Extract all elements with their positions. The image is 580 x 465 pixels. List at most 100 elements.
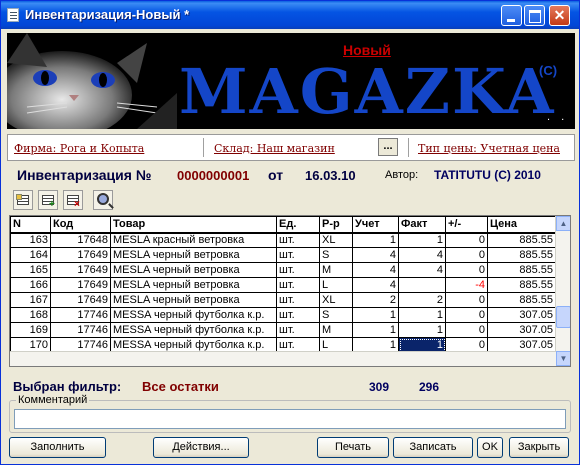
table-cell[interactable]: S [319, 307, 353, 323]
table-row[interactable]: 165 17649 MESLA черный ветровка шт. M 4 4 0 885.… [10, 262, 556, 278]
search-icon[interactable] [93, 190, 113, 210]
table-cell[interactable]: шт. [276, 307, 320, 323]
select-warehouse-button[interactable]: ... [378, 138, 398, 156]
table-cell[interactable]: MESLA черный ветровка [110, 262, 277, 278]
table-cell[interactable]: 885.55 [487, 232, 556, 248]
table-cell[interactable]: 4 [352, 247, 399, 263]
fill-button[interactable]: Заполнить [9, 437, 106, 458]
table-cell[interactable]: 167 [10, 292, 51, 308]
table-cell[interactable]: MESSA черный футболка к.р. [110, 322, 277, 338]
table-cell[interactable]: 17746 [50, 307, 111, 323]
table-cell[interactable]: MESLA черный ветровка [110, 277, 277, 293]
table-cell[interactable]: MESSA черный футболка к.р. [110, 307, 277, 323]
comment-input[interactable] [14, 409, 566, 429]
table-cell[interactable]: MESLA черный ветровка [110, 292, 277, 308]
table-cell[interactable]: 4 [398, 262, 446, 278]
column-header[interactable]: Факт [398, 216, 446, 234]
column-header[interactable]: Учет [352, 216, 399, 234]
table-cell[interactable]: 17648 [50, 232, 111, 248]
table-cell[interactable]: 17649 [50, 262, 111, 278]
table-cell[interactable]: 1 [398, 232, 446, 248]
scroll-down-icon[interactable]: ▼ [556, 351, 570, 366]
table-cell[interactable]: шт. [276, 322, 320, 338]
table-row[interactable]: 163 17648 MESLA красный ветровка шт. XL 1 1 0 88… [10, 232, 556, 248]
table-cell[interactable]: 885.55 [487, 262, 556, 278]
table-cell[interactable]: S [319, 247, 353, 263]
table-cell[interactable]: 4 [398, 247, 446, 263]
column-header[interactable]: Код [50, 216, 111, 234]
column-header[interactable]: Товар [110, 216, 277, 234]
table-cell[interactable]: 0 [445, 292, 488, 308]
scroll-up-icon[interactable]: ▲ [556, 216, 570, 231]
table-cell[interactable]: шт. [276, 232, 320, 248]
table-cell[interactable]: 1 [352, 232, 399, 248]
table-cell[interactable]: 17649 [50, 292, 111, 308]
table-cell[interactable]: 0 [445, 262, 488, 278]
table-row[interactable]: 169 17746 MESSA черный футболка к.р. шт. M 1 1… [10, 322, 556, 338]
close-window-button[interactable]: ✕ [549, 5, 570, 26]
column-header[interactable]: +/- [445, 216, 488, 234]
table-cell[interactable]: 885.55 [487, 277, 556, 293]
table-cell[interactable]: M [319, 322, 353, 338]
column-header[interactable]: N [10, 216, 51, 234]
table-cell[interactable]: 17649 [50, 277, 111, 293]
table-row[interactable]: 167 17649 MESLA черный ветровка шт. XL 2 2 0 885… [10, 292, 556, 308]
minimize-button[interactable] [501, 5, 522, 26]
table-cell[interactable]: 4 [352, 262, 399, 278]
table-cell[interactable]: шт. [276, 262, 320, 278]
table-cell[interactable] [398, 277, 446, 293]
table-cell[interactable]: L [319, 277, 353, 293]
table-row[interactable]: 168 17746 MESSA черный футболка к.р. шт. S 1 1… [10, 307, 556, 323]
table-cell[interactable]: 4 [352, 277, 399, 293]
table-cell[interactable]: 17746 [50, 322, 111, 338]
table-cell[interactable]: 1 [398, 322, 446, 338]
table-cell[interactable]: шт. [276, 247, 320, 263]
table-cell[interactable]: 1 [352, 307, 399, 323]
table-cell[interactable]: 168 [10, 307, 51, 323]
table-cell[interactable]: -4 [445, 277, 488, 293]
ok-button[interactable]: OK [477, 437, 503, 458]
vertical-scrollbar[interactable]: ▲ ▼ [555, 216, 570, 366]
save-button[interactable]: Записать [393, 437, 473, 458]
table-cell[interactable]: шт. [276, 292, 320, 308]
column-header[interactable]: Р-р [319, 216, 353, 234]
horizontal-scrollbar[interactable] [10, 351, 556, 366]
close-button[interactable]: Закрыть [509, 437, 569, 458]
table-cell[interactable]: 2 [352, 292, 399, 308]
table-cell[interactable]: 2 [398, 292, 446, 308]
delete-row-icon[interactable]: × [63, 190, 83, 210]
firm-link[interactable]: Фирма: Рога и Копыта [14, 142, 144, 155]
table-cell[interactable]: 0 [445, 322, 488, 338]
column-header[interactable]: Цена [487, 216, 556, 234]
table-cell[interactable]: 0 [445, 307, 488, 323]
table-cell[interactable]: MESLA черный ветровка [110, 247, 277, 263]
table-cell[interactable]: 885.55 [487, 247, 556, 263]
table-cell[interactable]: 164 [10, 247, 51, 263]
scroll-thumb[interactable] [556, 306, 570, 328]
table-cell[interactable]: M [319, 262, 353, 278]
table-cell[interactable]: 165 [10, 262, 51, 278]
table-cell[interactable]: шт. [276, 277, 320, 293]
column-header[interactable]: Ед. [276, 216, 320, 234]
table-cell[interactable]: XL [319, 292, 353, 308]
warehouse-link[interactable]: Склад: Наш магазин [214, 142, 335, 155]
maximize-button[interactable] [524, 5, 545, 26]
table-cell[interactable]: 307.05 [487, 322, 556, 338]
price-type-link[interactable]: Тип цены: Учетная цена [418, 142, 560, 155]
table-cell[interactable]: 163 [10, 232, 51, 248]
table-cell[interactable]: 0 [445, 232, 488, 248]
table-cell[interactable]: MESLA красный ветровка [110, 232, 277, 248]
table-cell[interactable]: 1 [398, 307, 446, 323]
table-cell[interactable]: 169 [10, 322, 51, 338]
list-icon[interactable] [13, 190, 33, 210]
title-bar[interactable]: Инвентаризация-Новый * ✕ [1, 1, 579, 29]
table-row[interactable]: 164 17649 MESLA черный ветровка шт. S 4 4 0 885.… [10, 247, 556, 263]
add-row-icon[interactable]: + [38, 190, 58, 210]
table-cell[interactable]: 307.05 [487, 307, 556, 323]
table-row[interactable]: 166 17649 MESLA черный ветровка шт. L 4 -4 885.… [10, 277, 556, 293]
table-cell[interactable]: 0 [445, 247, 488, 263]
table-cell[interactable]: 885.55 [487, 292, 556, 308]
table-cell[interactable]: 17649 [50, 247, 111, 263]
table-cell[interactable]: XL [319, 232, 353, 248]
actions-button[interactable]: Действия... [153, 437, 249, 458]
